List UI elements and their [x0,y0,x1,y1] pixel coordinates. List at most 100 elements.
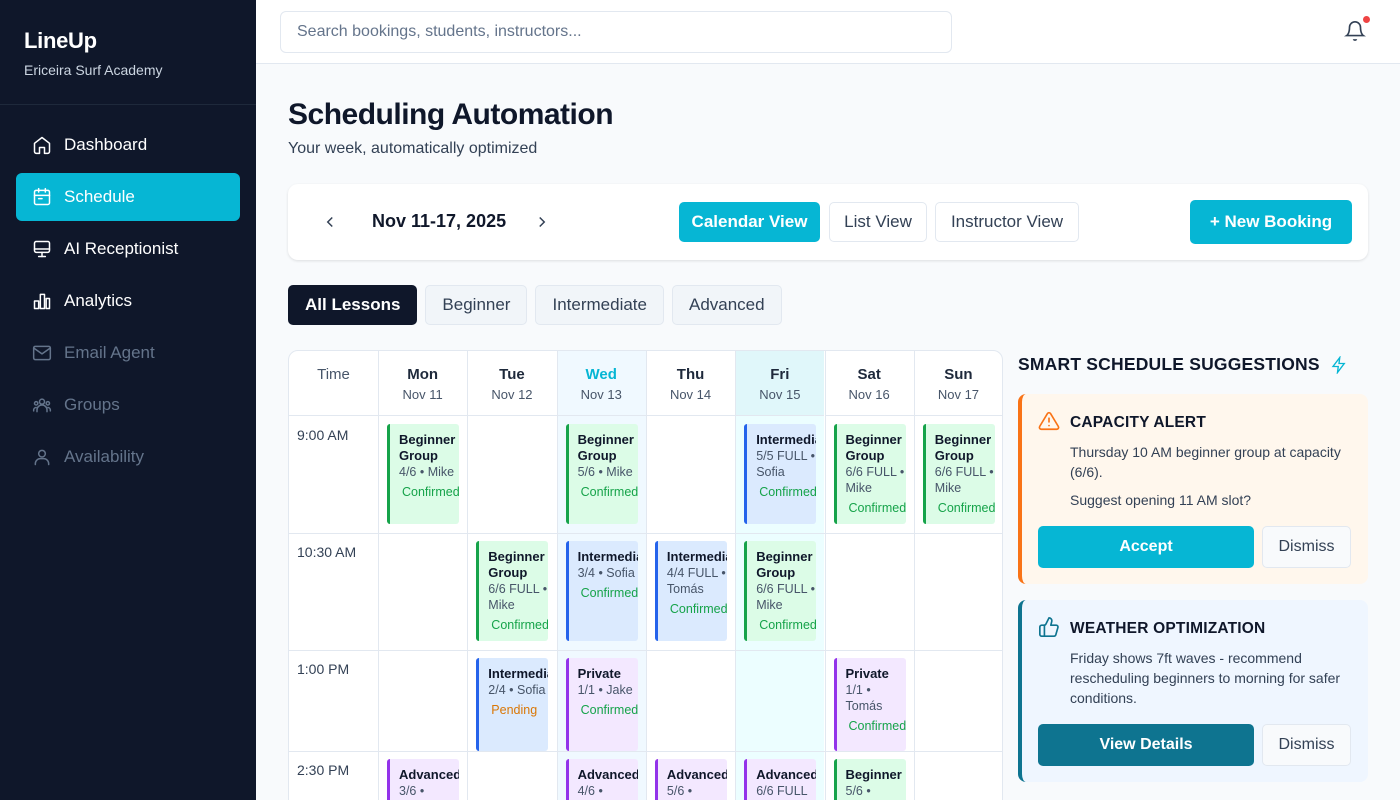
grid-divider [467,351,469,800]
weather-optimization-card: WEATHER OPTIMIZATION Friday shows 7ft wa… [1018,600,1368,782]
lesson-title: Advanced [666,767,727,782]
filter-all-lessons[interactable]: All Lessons [288,285,418,325]
day-date: Nov 14 [669,387,712,402]
suggestions-title: SMART SCHEDULE SUGGESTIONS [1018,354,1320,374]
time-header-label: Time [317,366,350,383]
date-range: Nov 11-17, 2025 [372,211,507,231]
main-content: Scheduling Automation Your week, automat… [256,64,1400,800]
sidebar: LineUp Ericeira Surf Academy Dashboard Sc… [0,0,256,800]
lesson-block[interactable]: Advanced 5/6 • [654,759,727,800]
grid-divider [824,351,826,800]
capacity-alert-question: Suggest opening 11 AM slot? [1070,492,1252,508]
lesson-meta: 6/6 FULL [756,784,808,798]
lightning-icon [1331,355,1346,374]
notifications-button[interactable] [1344,16,1370,44]
grid-divider [556,351,558,800]
page-subtitle: Your week, automatically optimized [288,140,538,157]
view-instructor-view-button[interactable]: Instructor View [935,202,1079,242]
lesson-title: Private [845,666,889,681]
lesson-status: Confirmed [402,485,459,499]
view-calendar-view-button[interactable]: Calendar View [679,202,820,242]
accept-button[interactable]: Accept [1038,526,1254,568]
sidebar-item-analytics[interactable]: Analytics [16,277,240,325]
day-date: Nov 12 [491,387,533,402]
lesson-block[interactable]: Beginner Group 6/6 FULL • Mike Confirmed [922,424,995,524]
lesson-block[interactable]: Beginner Group 6/6 FULL • Mike Confirmed [744,541,817,641]
lesson-meta: 6/6 FULL • Mike [845,465,905,495]
day-name: Thu [676,366,705,383]
weather-text: Friday shows 7ft waves - recommend resch… [1070,650,1341,706]
sidebar-item-groups[interactable]: Groups [16,381,240,429]
prev-week-button[interactable] [316,208,344,236]
lesson-title: Beginner Group [845,432,902,463]
lesson-status: Confirmed [580,586,638,600]
lesson-block[interactable]: Private 1/1 • Jake Confirmed [565,658,638,751]
new-booking-button[interactable]: + New Booking [1190,200,1352,244]
brand: LineUp Ericeira Surf Academy [0,0,256,105]
lesson-meta: 1/1 • Tomás [845,683,883,713]
lesson-title: Intermediate [577,549,638,564]
chevron-left-icon [326,216,333,228]
sidebar-item-label: Groups [64,395,120,414]
lesson-block[interactable]: Intermediate 4/4 FULL • Tomás Confirmed [654,541,727,641]
lesson-status: Confirmed [848,719,906,733]
brand-name: LineUp [24,28,97,53]
lesson-block[interactable]: Advanced 3/6 • [387,759,459,800]
day-name: Sun [944,366,973,383]
lesson-block[interactable]: Beginner Group 5/6 • Mike Confirmed [565,424,638,524]
lesson-meta: 4/6 • Mike [399,465,455,479]
topbar [256,0,1400,64]
sidebar-item-dashboard[interactable]: Dashboard [16,121,240,169]
time-slot-label: 9:00 AM [297,427,349,443]
dismiss-alert-button[interactable]: Dismiss [1262,526,1351,568]
filter-advanced[interactable]: Advanced [671,285,782,325]
weather-title: WEATHER OPTIMIZATION [1070,620,1266,637]
lesson-block[interactable]: Beginner 5/6 • [833,759,906,800]
day-header-fri: Fri Nov 15 [735,351,825,416]
lesson-block[interactable]: Advanced 4/6 • [565,759,638,800]
lesson-meta: 5/6 • Mike [577,465,633,479]
lesson-block[interactable]: Intermediate 2/4 • Sofia Pending [476,658,549,751]
sidebar-item-availability[interactable]: Availability [16,433,240,481]
sidebar-item-label: Analytics [64,291,133,310]
lesson-status: Confirmed [669,602,727,616]
lesson-meta: 2/4 • Sofia [488,683,546,697]
lesson-block[interactable]: Beginner Group 4/6 • Mike Confirmed [387,424,459,524]
day-date: Nov 15 [759,387,801,402]
filter-intermediate[interactable]: Intermediate [535,285,664,325]
next-week-button[interactable] [528,208,556,236]
lesson-block[interactable]: Intermediate 5/5 FULL • Sofia Confirmed [744,424,817,524]
search-input[interactable] [280,11,952,53]
lesson-block[interactable]: Private 1/1 • Tomás Confirmed [833,658,906,751]
sidebar-item-ai-receptionist[interactable]: AI Receptionist [16,225,240,273]
lesson-status: Confirmed [937,501,995,515]
day-header-tue: Tue Nov 12 [467,351,557,416]
lesson-meta: 1/1 • Jake [577,683,633,697]
lesson-title: Beginner Group [934,432,992,463]
grid-divider [645,351,647,800]
day-name: Mon [407,366,439,383]
bell-icon [1344,21,1366,41]
notification-dot [1363,16,1370,23]
capacity-alert-text: Thursday 10 AM beginner group at capacit… [1070,444,1341,480]
lesson-block[interactable]: Beginner Group 6/6 FULL • Mike Confirmed [833,424,906,524]
day-date: Nov 13 [580,387,622,402]
warning-icon [1038,411,1060,431]
lesson-meta: 4/4 FULL • Tomás [666,566,726,596]
sidebar-item-label: Email Agent [64,343,155,362]
day-header-sun: Sun Nov 17 [913,351,1002,416]
lesson-title: Intermediate [666,549,727,564]
lesson-block[interactable]: Intermediate 3/4 • Sofia Confirmed [565,541,638,641]
sidebar-item-email-agent[interactable]: Email Agent [16,329,240,377]
filter-beginner[interactable]: Beginner [425,285,528,325]
lesson-block[interactable]: Advanced 6/6 FULL [744,759,817,800]
sidebar-item-schedule[interactable]: Schedule [16,173,240,221]
monitor-icon [33,240,51,258]
view-list-view-button[interactable]: List View [829,202,927,242]
day-date: Nov 16 [848,387,890,402]
lesson-block[interactable]: Beginner Group 6/6 FULL • Mike Confirmed [476,541,549,641]
view-details-button[interactable]: View Details [1038,724,1254,766]
grid-divider [289,533,1002,534]
day-name: Tue [499,366,525,383]
dismiss-weather-button[interactable]: Dismiss [1262,724,1351,766]
